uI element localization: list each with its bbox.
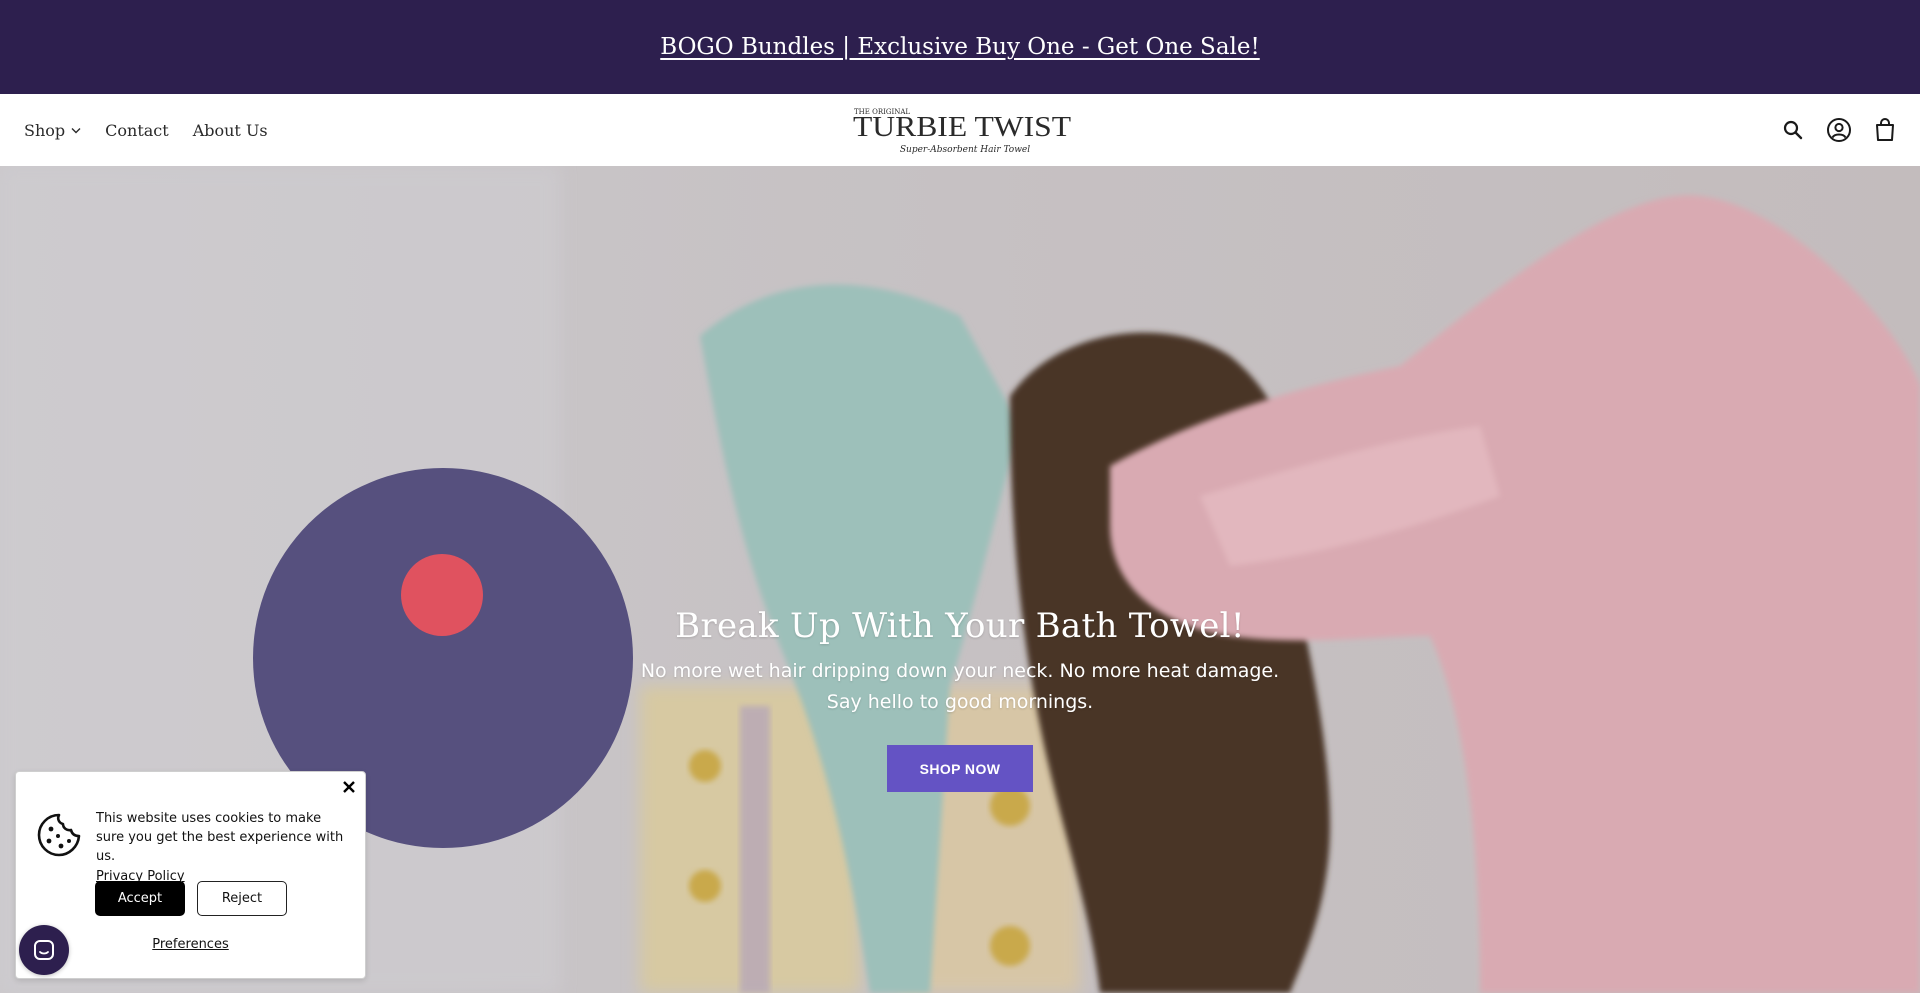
hero-subtitle-line-2: Say hello to good mornings. bbox=[826, 691, 1094, 713]
reject-cookies-button[interactable]: Reject bbox=[197, 881, 287, 916]
close-icon[interactable] bbox=[340, 778, 358, 796]
site-header: Shop Contact About Us THE ORIGINAL TURBI… bbox=[0, 94, 1920, 167]
nav-shop[interactable]: Shop bbox=[24, 121, 81, 140]
search-icon[interactable] bbox=[1782, 119, 1804, 141]
chevron-down-icon bbox=[71, 127, 81, 133]
cookie-message-text: This website uses cookies to make sure y… bbox=[96, 811, 344, 864]
nav-contact[interactable]: Contact bbox=[105, 121, 169, 140]
header-icons bbox=[1782, 94, 1896, 166]
cookie-icon bbox=[37, 813, 81, 857]
announcement-link[interactable]: BOGO Bundles | Exclusive Buy One - Get O… bbox=[660, 34, 1260, 60]
main-nav: Shop Contact About Us bbox=[24, 94, 268, 166]
announcement-bar: BOGO Bundles | Exclusive Buy One - Get O… bbox=[0, 0, 1920, 94]
hero-title: Break Up With Your Bath Towel! bbox=[675, 606, 1245, 646]
nav-about[interactable]: About Us bbox=[193, 121, 268, 140]
chat-icon bbox=[34, 940, 54, 960]
shop-now-button[interactable]: SHOP NOW bbox=[887, 745, 1033, 792]
cart-icon[interactable] bbox=[1874, 118, 1896, 142]
hero-subtitle: No more wet hair dripping down your neck… bbox=[560, 656, 1360, 718]
account-icon[interactable] bbox=[1826, 117, 1852, 143]
turbie-twist-logo[interactable]: THE ORIGINAL TURBIE TWIST Super-Absorben… bbox=[853, 102, 1077, 158]
logo-tagline-text: Super-Absorbent Hair Towel bbox=[900, 145, 1030, 155]
hero-content: Break Up With Your Bath Towel! No more w… bbox=[560, 606, 1360, 718]
hero-subtitle-line-1: No more wet hair dripping down your neck… bbox=[640, 660, 1280, 682]
chat-launcher-button[interactable] bbox=[19, 925, 69, 975]
accept-cookies-button[interactable]: Accept bbox=[95, 881, 185, 916]
nav-shop-label: Shop bbox=[24, 120, 66, 140]
cookie-message: This website uses cookies to make sure y… bbox=[96, 809, 351, 886]
logo-brand-text: TURBIE TWIST bbox=[853, 111, 1071, 143]
